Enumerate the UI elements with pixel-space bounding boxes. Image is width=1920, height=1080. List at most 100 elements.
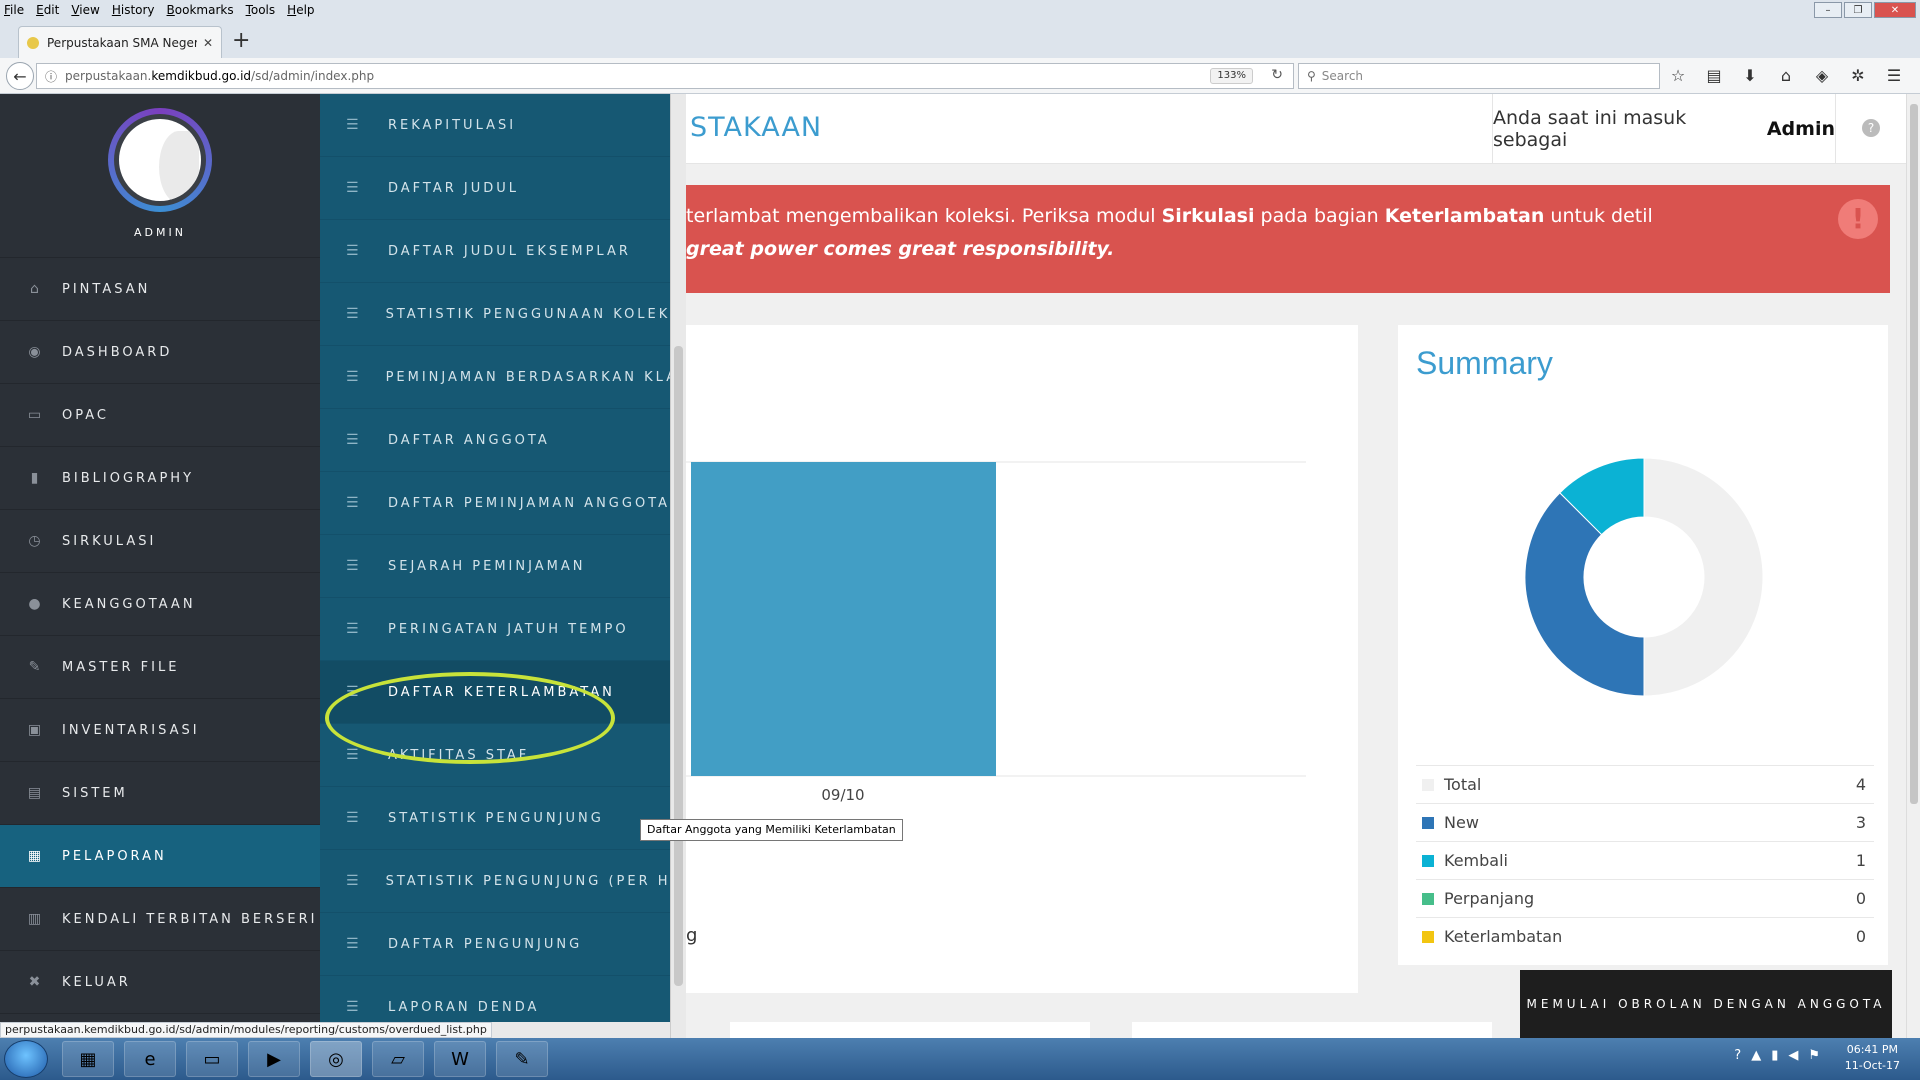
firefox-app-icon[interactable]: ◎ [310, 1041, 362, 1077]
submenu-item-daftar-anggota[interactable]: ☰ DAFTAR ANGGOTA [320, 409, 670, 472]
page-scrollbar[interactable] [1906, 94, 1920, 1038]
window-close-button[interactable]: ✕ [1874, 2, 1916, 18]
paint-app-icon[interactable]: ✎ [496, 1041, 548, 1077]
legend-row-keterlambatan: Keterlambatan 0 [1416, 917, 1874, 955]
submenu-item-statistik-pengunjung-per-hari[interactable]: ☰ STATISTIK PENGUNJUNG (PER HARI) [320, 850, 670, 913]
chart-panel-footer: g [686, 925, 698, 946]
summary-legend: Total 4 New 3 Kembali 1 Perpanjang 0 Keterlambat… [1416, 765, 1874, 955]
menu-edit[interactable]: Edit [36, 3, 59, 17]
sidebar-item-pelaporan[interactable]: ▦ PELAPORAN [0, 825, 320, 888]
page-scroll-thumb[interactable] [1910, 104, 1918, 804]
network-icon[interactable]: ▮ [1771, 1048, 1778, 1063]
menu-help[interactable]: Help [287, 3, 314, 17]
address-bar[interactable]: ⓘ perpustakaan. kemdikbud.go.id/sd/admin/… [36, 63, 1294, 89]
donut-slice-total[interactable] [1643, 457, 1764, 697]
submenu-item-label: DAFTAR JUDUL EKSEMPLAR [388, 243, 631, 259]
back-button[interactable]: ← [6, 62, 34, 90]
reload-icon[interactable]: ↻ [1271, 67, 1283, 83]
extension-icon[interactable]: ✲ [1848, 66, 1868, 85]
submenu-item-daftar-judul[interactable]: ☰ DAFTAR JUDUL [320, 157, 670, 220]
show-hidden-icons[interactable]: ▲ [1751, 1048, 1761, 1063]
download-icon[interactable]: ⬇ [1740, 66, 1760, 85]
sidebar-item-label: SISTEM [62, 785, 128, 801]
submenu-item-aktifitas-staf[interactable]: ☰ AKTIFITAS STAF [320, 724, 670, 787]
menu-tools[interactable]: Tools [246, 3, 276, 17]
legend-swatch [1422, 930, 1434, 943]
volume-icon[interactable]: ◀ [1788, 1048, 1798, 1063]
word-app-icon[interactable]: W [434, 1041, 486, 1077]
sidebar-item-sirkulasi[interactable]: ◷ SIRKULASI [0, 510, 320, 573]
menu-file[interactable]: File [4, 3, 24, 17]
start-button[interactable] [4, 1040, 48, 1078]
menu-view[interactable]: View [71, 3, 99, 17]
avatar[interactable] [108, 108, 212, 212]
submenu-item-label: DAFTAR ANGGOTA [388, 432, 550, 448]
submenu-item-peringatan-jatuh-tempo[interactable]: ☰ PERINGATAN JATUH TEMPO [320, 598, 670, 661]
grid-icon: ▥ [27, 911, 45, 927]
sidebar-item-label: KEANGGOTAAN [62, 596, 196, 612]
notepad-app-icon[interactable]: ▱ [372, 1041, 424, 1077]
tab-close-icon[interactable]: ✕ [203, 36, 213, 50]
browser-tab[interactable]: Perpustakaan SMA Negeri 1 D ✕ [18, 26, 222, 58]
submenu-item-daftar-keterlambatan[interactable]: ☰ DAFTAR KETERLAMBATAN [320, 661, 670, 724]
excel-app-icon[interactable]: ▦ [62, 1041, 114, 1077]
site-info-icon[interactable]: ⓘ [45, 68, 57, 85]
chat-with-member-button[interactable]: MEMULAI OBROLAN DENGAN ANGGOTA [1520, 970, 1892, 1038]
submenu-scrollbar[interactable] [670, 94, 686, 1038]
submenu-scroll-thumb[interactable] [674, 346, 683, 986]
sidebar-item-opac[interactable]: ▭ OPAC [0, 384, 320, 447]
donut-slice-new[interactable] [1524, 492, 1645, 697]
submenu-item-daftar-peminjaman-anggota[interactable]: ☰ DAFTAR PEMINJAMAN ANGGOTA [320, 472, 670, 535]
home-icon[interactable]: ⌂ [1776, 66, 1796, 85]
submenu-item-statistik-pengunjung[interactable]: ☰ STATISTIK PENGUNJUNG [320, 787, 670, 850]
bar-09/10[interactable] [691, 462, 996, 776]
reporting-submenu: ☰ REKAPITULASI ☰ DAFTAR JUDUL ☰ DAFTAR JUDUL … [320, 94, 670, 1038]
bookmark-star-icon[interactable]: ☆ [1668, 66, 1688, 85]
legend-row-total: Total 4 [1416, 765, 1874, 803]
menu-lines-icon: ☰ [346, 558, 362, 574]
sidebar-item-kendali-terbitan-berseri[interactable]: ▥ KENDALI TERBITAN BERSERI [0, 888, 320, 951]
submenu-item-sejarah-peminjaman[interactable]: ☰ SEJARAH PEMINJAMAN [320, 535, 670, 598]
close-icon: ✖ [28, 974, 44, 990]
sidebar-item-inventarisasi[interactable]: ▣ INVENTARISASI [0, 699, 320, 762]
menu-history[interactable]: History [112, 3, 155, 17]
minimize-button[interactable]: – [1814, 2, 1842, 18]
sidebar-item-dashboard[interactable]: ◉ DASHBOARD [0, 321, 320, 384]
legend-value: 4 [1855, 775, 1866, 794]
sidebar-item-sistem[interactable]: ▤ SISTEM [0, 762, 320, 825]
zoom-indicator[interactable]: 133% [1210, 68, 1253, 84]
sidebar-item-bibliography[interactable]: ▮ BIBLIOGRAPHY [0, 447, 320, 510]
submenu-item-rekapitulasi[interactable]: ☰ REKAPITULASI [320, 94, 670, 157]
submenu-item-daftar-pengunjung[interactable]: ☰ DAFTAR PENGUNJUNG [320, 913, 670, 976]
submenu-item-statistik-penggunaan-koleksi[interactable]: ☰ STATISTIK PENGGUNAAN KOLEKSI [320, 283, 670, 346]
help-icon[interactable]: ? [1862, 119, 1880, 137]
url-host: kemdikbud.go.id [151, 69, 252, 83]
sidebar-item-pintasan[interactable]: ⌂ PINTASAN [0, 258, 320, 321]
search-input[interactable]: ⚲ Search [1298, 63, 1660, 89]
legend-value: 0 [1855, 927, 1866, 946]
legend-label: New [1444, 813, 1479, 832]
media-player-icon[interactable]: ▶ [248, 1041, 300, 1077]
reading-list-icon[interactable]: ▤ [1704, 66, 1724, 85]
menu-lines-icon: ☰ [346, 999, 362, 1015]
file-explorer-icon[interactable]: ▭ [186, 1041, 238, 1077]
restore-button[interactable]: ❐ [1844, 2, 1872, 18]
sidebar-item-master-file[interactable]: ✎ MASTER FILE [0, 636, 320, 699]
browser-tabbar: Perpustakaan SMA Negeri 1 D ✕ + [0, 20, 1920, 58]
submenu-item-daftar-judul-eksemplar[interactable]: ☰ DAFTAR JUDUL EKSEMPLAR [320, 220, 670, 283]
submenu-item-peminjaman-berdasarkan-klasifikasi[interactable]: ☰ PEMINJAMAN BERDASARKAN KLASIFIKASI [320, 346, 670, 409]
sidebar-item-keanggotaan[interactable]: ● KEANGGOTAAN [0, 573, 320, 636]
menu-bookmarks[interactable]: Bookmarks [167, 3, 234, 17]
sidebar-item-keluar[interactable]: ✖ KELUAR [0, 951, 320, 1014]
help-tray-icon[interactable]: ? [1734, 1048, 1741, 1063]
taskbar-clock[interactable]: 06:41 PM 11-Oct-17 [1845, 1042, 1900, 1074]
internet-explorer-icon[interactable]: e [124, 1041, 176, 1077]
browser-navbar: ← ⓘ perpustakaan. kemdikbud.go.id/sd/admi… [0, 58, 1920, 94]
menu-lines-icon: ☰ [346, 243, 362, 259]
alert-line-1: terlambat mengembalikan koleksi. Periksa… [686, 205, 1653, 227]
hamburger-menu-icon[interactable]: ☰ [1884, 66, 1904, 85]
search-placeholder: Search [1321, 69, 1364, 83]
pocket-icon[interactable]: ◈ [1812, 66, 1832, 85]
new-tab-button[interactable]: + [232, 28, 250, 53]
flag-icon[interactable]: ⚑ [1808, 1048, 1820, 1063]
